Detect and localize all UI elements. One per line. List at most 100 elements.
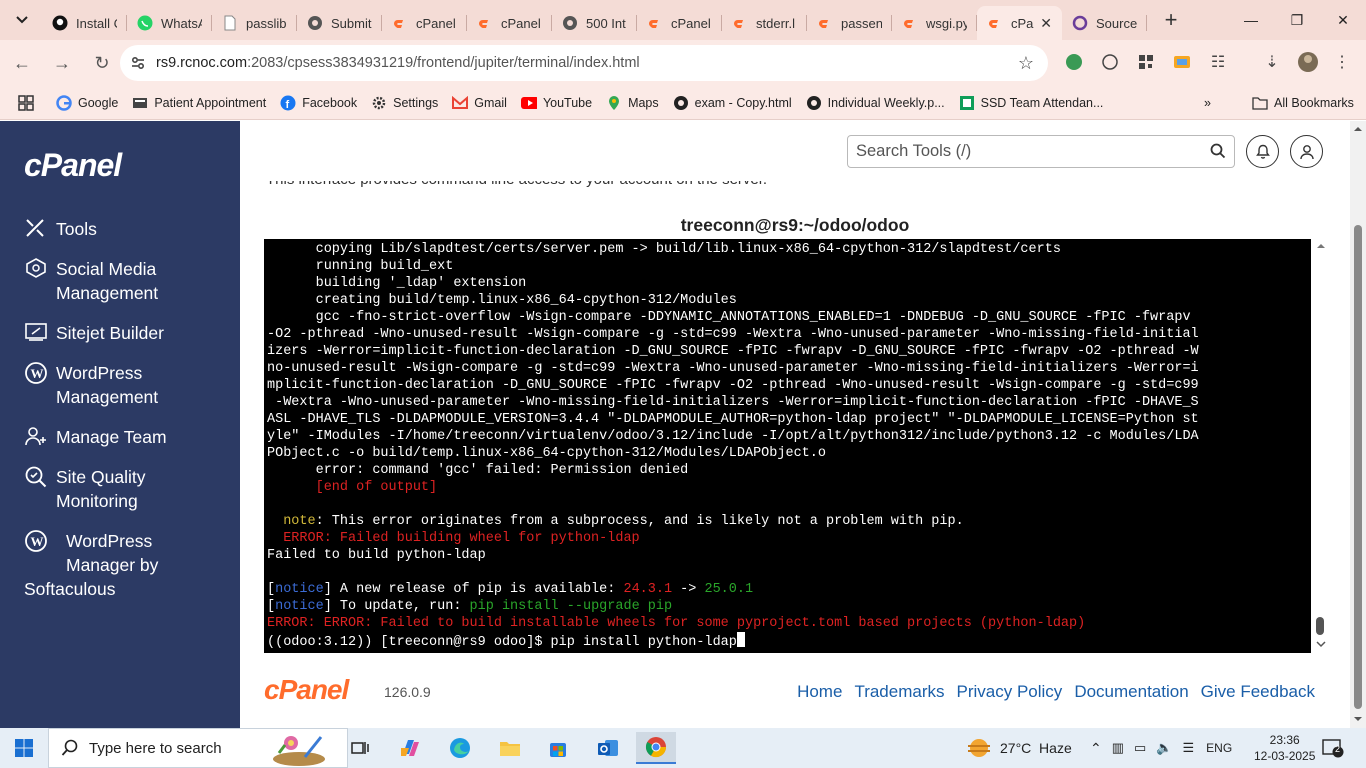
cpanel-logo[interactable]: cPanel [24, 147, 122, 184]
outlook-icon[interactable] [588, 732, 628, 764]
bookmark-item[interactable]: Google [56, 94, 118, 111]
browser-tab[interactable]: cPanel [382, 6, 467, 40]
browser-tab[interactable]: cPanel [467, 6, 552, 40]
start-button[interactable] [4, 732, 44, 764]
footer-link-privacy-policy[interactable]: Privacy Policy [957, 682, 1063, 702]
battery-icon[interactable]: ▭ [1134, 740, 1146, 756]
bookmark-star-icon[interactable]: ☆ [1018, 53, 1034, 74]
sidebar-item-label: Tools [56, 217, 97, 241]
sidebar-item-wordpress[interactable]: W WordPress Management [24, 361, 158, 409]
file-explorer-icon[interactable] [490, 732, 530, 764]
browser-tab[interactable]: 500 Int [552, 6, 637, 40]
extensions-puzzle-icon[interactable]: ☷ [1206, 50, 1230, 74]
footer-link-trademarks[interactable]: Trademarks [854, 682, 944, 702]
browser-tab[interactable]: passlib [212, 6, 297, 40]
footer-link-documentation[interactable]: Documentation [1074, 682, 1188, 702]
browser-tab[interactable]: Submit [297, 6, 382, 40]
bookmark-item[interactable]: YouTube [520, 95, 592, 111]
sidebar-item-label: Manage Team [56, 425, 167, 449]
bookmark-item[interactable]: Gmail [452, 95, 507, 111]
terminal-text: ERROR: ERROR: Failed to build installabl… [267, 616, 1086, 631]
apps-grid-icon[interactable] [18, 94, 34, 111]
browser-tab[interactable]: WhatsA [127, 6, 212, 40]
browser-menu-icon[interactable]: ⋮ [1330, 50, 1354, 74]
minimize-button[interactable]: — [1228, 0, 1274, 40]
browser-tab[interactable]: wsgi.py [892, 6, 977, 40]
browser-tab[interactable]: Source [1062, 6, 1147, 40]
reload-button[interactable]: ↻ [84, 45, 120, 81]
page-scroll-up-icon[interactable] [1350, 124, 1366, 134]
bookmark-item[interactable]: exam - Copy.html [673, 95, 792, 111]
user-menu-button[interactable] [1290, 135, 1323, 168]
sidebar-label-line: WordPress [66, 531, 153, 551]
sidebar-item-tools[interactable]: Tools [24, 217, 97, 241]
site-info-icon[interactable] [120, 55, 156, 71]
profile-avatar[interactable] [1296, 50, 1320, 74]
volume-icon[interactable]: 🔈 [1156, 740, 1172, 756]
task-view-button[interactable] [340, 732, 380, 764]
language-indicator[interactable]: ENG [1206, 741, 1232, 755]
page-scroll-thumb[interactable] [1354, 225, 1362, 709]
sidebar-item-manage-team[interactable]: Manage Team [24, 425, 167, 449]
microsoft-store-icon[interactable] [538, 732, 578, 764]
address-bar[interactable]: rs9.rcnoc.com:2083/cpsess3834931219/fron… [120, 45, 1048, 81]
footer-link-home[interactable]: Home [797, 682, 842, 702]
scroll-down-icon[interactable] [1314, 639, 1328, 649]
show-hidden-icons-icon[interactable]: ⌃ [1090, 740, 1102, 757]
bookmark-item[interactable]: f Facebook [280, 95, 357, 111]
sidebar-item-social-media[interactable]: Social Media Management [24, 257, 158, 305]
copilot-icon[interactable] [390, 732, 430, 764]
terminal-scroll-thumb[interactable] [1316, 617, 1324, 635]
terminal-line: copying Lib/slapdtest/certs/server.pem -… [267, 241, 1311, 258]
clock[interactable]: 23:36 12-03-2025 [1254, 728, 1315, 768]
chrome-icon[interactable] [636, 732, 676, 764]
weather-widget[interactable]: 27°C Haze [966, 728, 1072, 768]
sidebar-item-sitejet-builder[interactable]: Sitejet Builder [24, 321, 164, 345]
wifi-icon[interactable]: ☰ [1183, 740, 1195, 756]
page-scrollbar[interactable] [1350, 121, 1366, 728]
circle-icon [1072, 15, 1088, 31]
sidebar-item-wordpress[interactable]: W WordPress Manager by Softaculous [24, 529, 158, 601]
scroll-up-icon[interactable] [1314, 241, 1328, 251]
terminal-output[interactable]: copying Lib/slapdtest/certs/server.pem -… [264, 239, 1311, 653]
new-tab-button[interactable]: + [1153, 7, 1189, 33]
all-bookmarks-button[interactable]: All Bookmarks [1252, 95, 1354, 111]
tab-search-button[interactable] [2, 2, 42, 38]
browser-tab[interactable]: passen [807, 6, 892, 40]
bookmark-item[interactable]: SSD Team Attendan... [959, 95, 1103, 111]
browser-tab[interactable]: stderr.l [722, 6, 807, 40]
footer-link-give-feedback[interactable]: Give Feedback [1201, 682, 1315, 702]
sidebar-label-line: Monitoring [56, 491, 138, 511]
bookmark-item[interactable]: Patient Appointment [132, 95, 266, 111]
sidebar-item-site-quality[interactable]: Site Quality Monitoring [24, 465, 145, 513]
terminal-scrollbar[interactable] [1313, 239, 1327, 653]
forward-button[interactable]: → [44, 45, 80, 81]
meet-now-icon[interactable]: ▥ [1112, 740, 1124, 756]
extension-orange-icon[interactable] [1170, 50, 1194, 74]
terminal-text: 25.0.1 [704, 582, 754, 597]
search-icon[interactable] [1210, 143, 1226, 164]
extension-qr-icon[interactable] [1134, 50, 1158, 74]
back-button[interactable]: ← [4, 45, 40, 81]
bookmark-item[interactable]: Settings [371, 95, 438, 111]
search-tools-input[interactable]: Search Tools (/) [847, 135, 1235, 168]
taskbar-search-input[interactable]: Type here to search [48, 728, 348, 768]
page-scroll-down-icon[interactable] [1350, 714, 1366, 724]
bookmark-item[interactable]: Individual Weekly.p... [806, 95, 945, 111]
notification-center-button[interactable]: 2 [1322, 728, 1344, 768]
bookmark-item[interactable]: Maps [606, 95, 659, 111]
close-window-button[interactable]: ✕ [1320, 0, 1366, 40]
browser-tab[interactable]: Install C [42, 6, 127, 40]
bookmarks-overflow-icon[interactable]: » [1204, 96, 1211, 110]
extension-green-icon[interactable] [1062, 50, 1086, 74]
restore-button[interactable]: ❐ [1274, 0, 1320, 40]
notifications-button[interactable] [1246, 135, 1279, 168]
browser-tab[interactable]: cPanel [637, 6, 722, 40]
edge-icon[interactable] [440, 732, 480, 764]
download-icon[interactable]: ⇣ [1260, 50, 1284, 74]
browser-tab[interactable]: cPa ✕ [977, 6, 1062, 40]
terminal-text: [ [267, 599, 276, 614]
extension-circle-icon[interactable] [1098, 50, 1122, 74]
close-tab-icon[interactable]: ✕ [1040, 15, 1052, 32]
whatsapp-icon [137, 15, 153, 31]
